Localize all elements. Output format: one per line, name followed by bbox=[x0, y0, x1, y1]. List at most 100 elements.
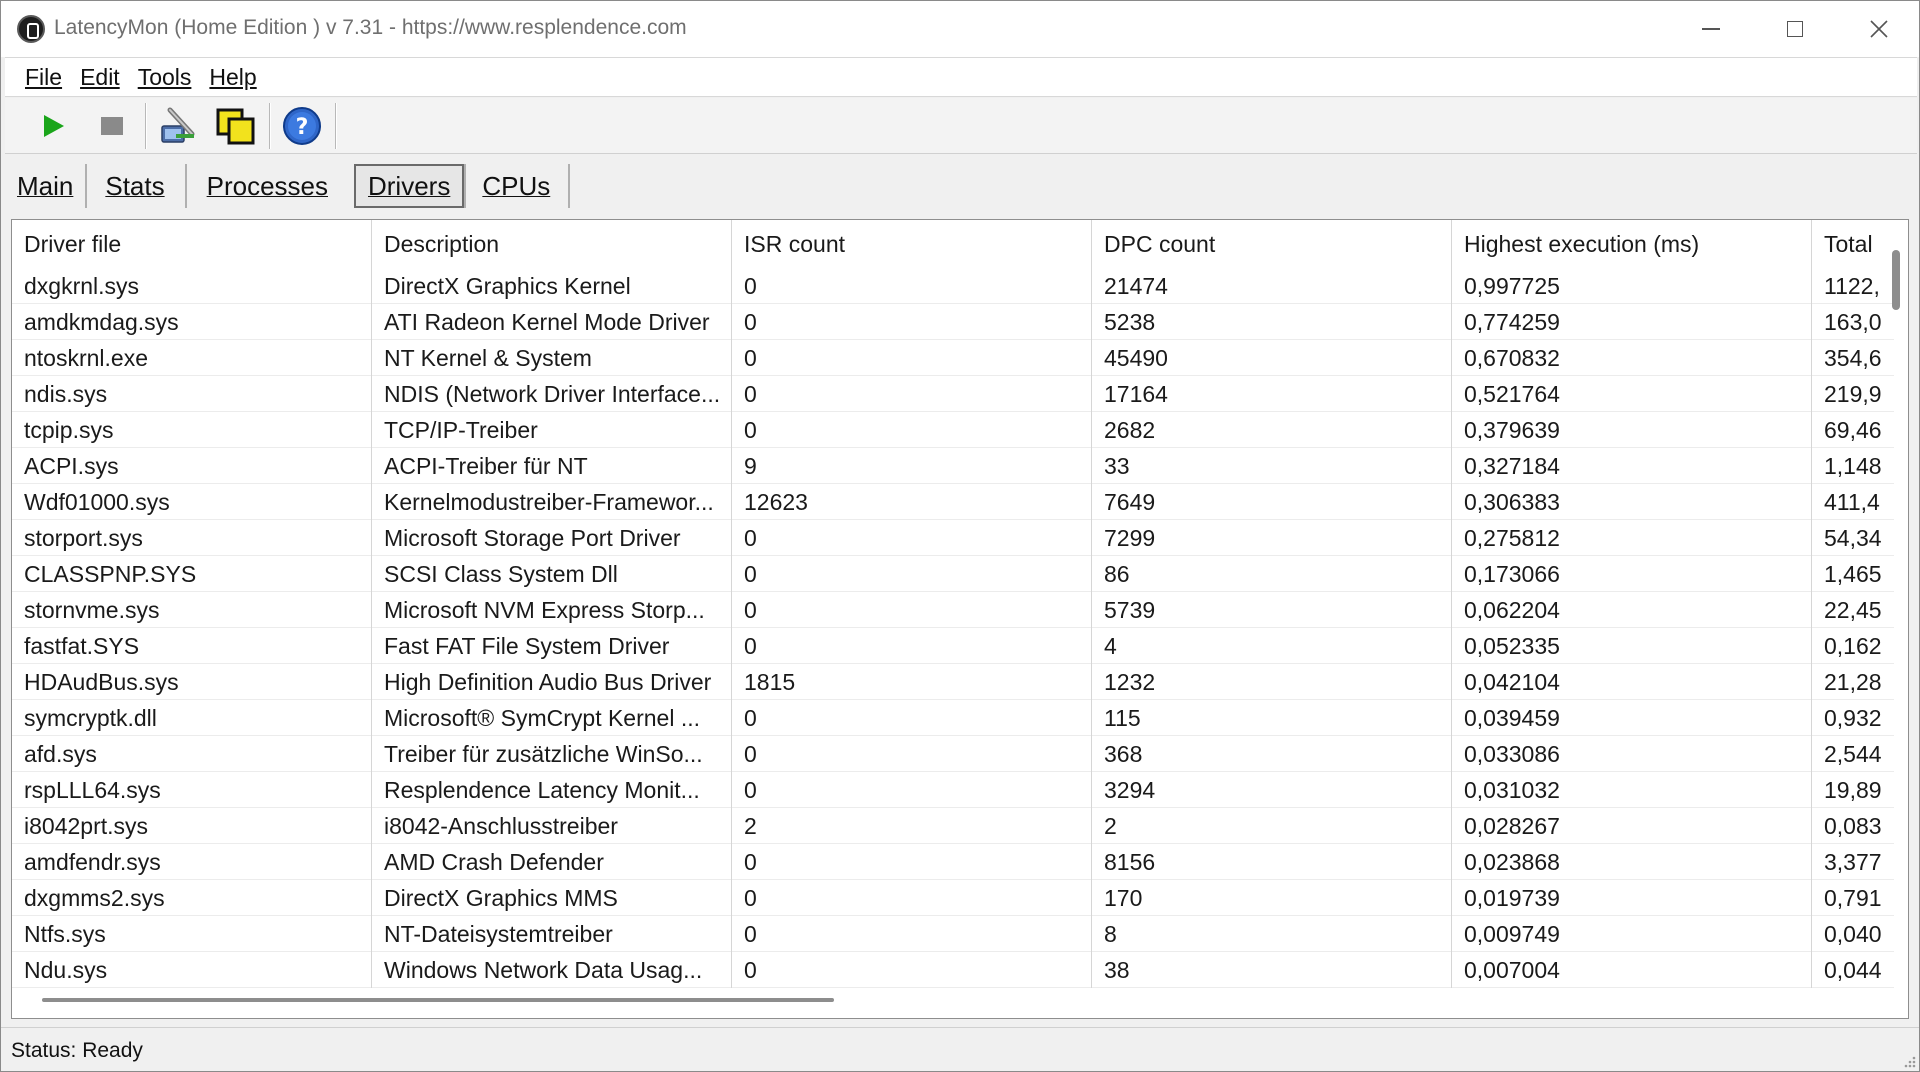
cell-highest-execution: 0,039459 bbox=[1452, 700, 1812, 736]
cell-total: 0,040 bbox=[1824, 920, 1882, 947]
cell-description: NT Kernel & System bbox=[372, 340, 732, 376]
help-button[interactable]: ? bbox=[279, 103, 325, 149]
table-row[interactable]: fastfat.SYS Fast FAT File System Driver 0 4… bbox=[12, 628, 1894, 664]
table-row[interactable]: ACPI.sys ACPI-Treiber für NT 9 33 0,327184 1,… bbox=[12, 448, 1894, 484]
cell-driver-file: fastfat.SYS bbox=[12, 628, 372, 664]
column-header-driver-file[interactable]: Driver file bbox=[12, 220, 372, 268]
table-row[interactable]: HDAudBus.sys High Definition Audio Bus Dr… bbox=[12, 664, 1894, 700]
cell-description: ACPI-Treiber für NT bbox=[372, 448, 732, 484]
cell-total: 0,932 bbox=[1824, 704, 1882, 731]
cell-description: Microsoft Storage Port Driver bbox=[372, 520, 732, 556]
cell-total: 3,377 bbox=[1824, 848, 1882, 875]
cell-description: NT-Dateisystemtreiber bbox=[372, 916, 732, 952]
cell-isr-count: 0 bbox=[732, 268, 1092, 304]
cell-driver-file: amdfendr.sys bbox=[12, 844, 372, 880]
cell-isr-count: 0 bbox=[732, 700, 1092, 736]
cell-highest-execution: 0,009749 bbox=[1452, 916, 1812, 952]
menu-tools[interactable]: Tools bbox=[138, 64, 192, 91]
cell-dpc-count: 1232 bbox=[1092, 664, 1452, 700]
table-row[interactable]: Wdf01000.sys Kernelmodustreiber-Framewor.… bbox=[12, 484, 1894, 520]
cell-driver-file: tcpip.sys bbox=[12, 412, 372, 448]
table-row[interactable]: Ntfs.sys NT-Dateisystemtreiber 0 8 0,009749 0… bbox=[12, 916, 1894, 952]
window-title: LatencyMon (Home Edition ) v 7.31 - http… bbox=[54, 16, 687, 39]
column-header-highest-execution[interactable]: Highest execution (ms) bbox=[1452, 220, 1812, 268]
start-monitor-button[interactable] bbox=[31, 103, 77, 149]
table-row[interactable]: amdkmdag.sys ATI Radeon Kernel Mode Drive… bbox=[12, 304, 1894, 340]
menu-file[interactable]: File bbox=[25, 64, 62, 91]
cell-dpc-count: 170 bbox=[1092, 880, 1452, 916]
copy-button[interactable] bbox=[213, 103, 259, 149]
close-icon bbox=[1870, 20, 1888, 38]
column-header-description[interactable]: Description bbox=[372, 220, 732, 268]
horizontal-scrollbar[interactable] bbox=[42, 998, 834, 1002]
cell-isr-count: 0 bbox=[732, 556, 1092, 592]
cell-highest-execution: 0,173066 bbox=[1452, 556, 1812, 592]
tab-processes[interactable]: Processes bbox=[187, 164, 344, 208]
table-row[interactable]: ndis.sys NDIS (Network Driver Interface..… bbox=[12, 376, 1894, 412]
tab-drivers[interactable]: Drivers bbox=[354, 164, 465, 208]
cell-dpc-count: 45490 bbox=[1092, 340, 1452, 376]
cell-driver-file: Ntfs.sys bbox=[12, 916, 372, 952]
cell-description: i8042-Anschlusstreiber bbox=[372, 808, 732, 844]
cell-isr-count: 1815 bbox=[732, 664, 1092, 700]
tab-bar: Main Stats Processes Drivers CPUs bbox=[5, 161, 571, 211]
maximize-button[interactable] bbox=[1753, 1, 1837, 57]
table-row[interactable]: afd.sys Treiber für zusätzliche WinSo... 0… bbox=[12, 736, 1894, 772]
cell-total: 0,044 bbox=[1824, 956, 1882, 983]
cell-highest-execution: 0,062204 bbox=[1452, 592, 1812, 628]
cell-driver-file: i8042prt.sys bbox=[12, 808, 372, 844]
menu-bar: File Edit Tools Help bbox=[5, 57, 1917, 97]
tab-stats[interactable]: Stats bbox=[87, 164, 187, 208]
cell-total: 19,89 bbox=[1824, 776, 1882, 803]
table-row[interactable]: ntoskrnl.exe NT Kernel & System 0 45490 0,67… bbox=[12, 340, 1894, 376]
column-header-isr-count[interactable]: ISR count bbox=[732, 220, 1092, 268]
cell-driver-file: ACPI.sys bbox=[12, 448, 372, 484]
table-row[interactable]: symcryptk.dll Microsoft® SymCrypt Kernel … bbox=[12, 700, 1894, 736]
cell-highest-execution: 0,042104 bbox=[1452, 664, 1812, 700]
cell-total: 411,4 bbox=[1824, 488, 1880, 515]
tab-main[interactable]: Main bbox=[5, 164, 88, 208]
cell-highest-execution: 0,023868 bbox=[1452, 844, 1812, 880]
cell-isr-count: 2 bbox=[732, 808, 1092, 844]
cell-dpc-count: 5238 bbox=[1092, 304, 1452, 340]
menu-help[interactable]: Help bbox=[209, 64, 256, 91]
cell-description: Kernelmodustreiber-Framewor... bbox=[372, 484, 732, 520]
cell-driver-file: Wdf01000.sys bbox=[12, 484, 372, 520]
minimize-button[interactable] bbox=[1669, 1, 1753, 57]
table-row[interactable]: CLASSPNP.SYS SCSI Class System Dll 0 86 0,17… bbox=[12, 556, 1894, 592]
cell-driver-file: symcryptk.dll bbox=[12, 700, 372, 736]
cell-total: 163,0 bbox=[1824, 308, 1882, 335]
cell-highest-execution: 0,379639 bbox=[1452, 412, 1812, 448]
table-row[interactable]: storport.sys Microsoft Storage Port Drive… bbox=[12, 520, 1894, 556]
cell-highest-execution: 0,521764 bbox=[1452, 376, 1812, 412]
column-header-total[interactable]: Total bbox=[1812, 220, 1894, 268]
vertical-scrollbar[interactable] bbox=[1892, 250, 1900, 310]
cell-total: 1,465 bbox=[1824, 560, 1882, 587]
properties-button[interactable] bbox=[155, 103, 201, 149]
cell-total: 69,46 bbox=[1824, 416, 1882, 443]
column-header-dpc-count[interactable]: DPC count bbox=[1092, 220, 1452, 268]
cell-description: Microsoft® SymCrypt Kernel ... bbox=[372, 700, 732, 736]
table-row[interactable]: rspLLL64.sys Resplendence Latency Monit..… bbox=[12, 772, 1894, 808]
menu-edit[interactable]: Edit bbox=[80, 64, 120, 91]
table-row[interactable]: i8042prt.sys i8042-Anschlusstreiber 2 2 0,02… bbox=[12, 808, 1894, 844]
table-row[interactable]: amdfendr.sys AMD Crash Defender 0 8156 0,023… bbox=[12, 844, 1894, 880]
close-button[interactable] bbox=[1837, 1, 1919, 57]
resize-grip-icon[interactable] bbox=[1901, 1053, 1917, 1069]
stop-monitor-button[interactable] bbox=[89, 103, 135, 149]
cell-description: SCSI Class System Dll bbox=[372, 556, 732, 592]
cell-driver-file: rspLLL64.sys bbox=[12, 772, 372, 808]
cell-total: 22,45 bbox=[1824, 596, 1882, 623]
cell-dpc-count: 17164 bbox=[1092, 376, 1452, 412]
table-row[interactable]: Ndu.sys Windows Network Data Usag... 0 38 0,… bbox=[12, 952, 1894, 988]
cell-driver-file: ndis.sys bbox=[12, 376, 372, 412]
tab-cpus[interactable]: CPUs bbox=[464, 164, 571, 208]
table-row[interactable]: tcpip.sys TCP/IP-Treiber 0 2682 0,379639 69,4… bbox=[12, 412, 1894, 448]
cell-isr-count: 0 bbox=[732, 736, 1092, 772]
table-row[interactable]: stornvme.sys Microsoft NVM Express Storp.… bbox=[12, 592, 1894, 628]
cell-highest-execution: 0,306383 bbox=[1452, 484, 1812, 520]
cell-isr-count: 0 bbox=[732, 952, 1092, 988]
table-row[interactable]: dxgmms2.sys DirectX Graphics MMS 0 170 0,019… bbox=[12, 880, 1894, 916]
table-row[interactable]: dxgkrnl.sys DirectX Graphics Kernel 0 21474… bbox=[12, 268, 1894, 304]
cell-dpc-count: 7299 bbox=[1092, 520, 1452, 556]
